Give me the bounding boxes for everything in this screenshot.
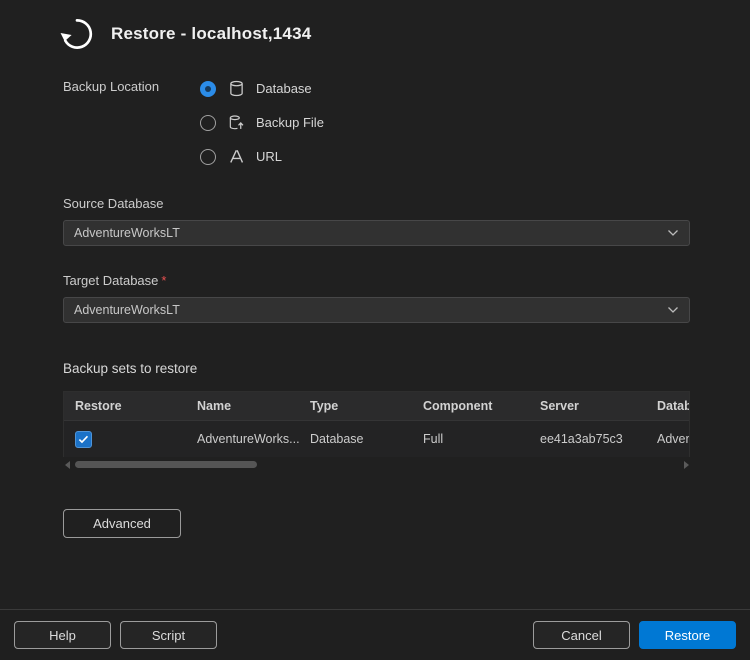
restore-icon	[57, 14, 97, 54]
scrollbar-thumb[interactable]	[75, 461, 257, 468]
restore-button[interactable]: Restore	[639, 621, 736, 649]
backup-location-section: Backup Location Database	[63, 76, 690, 169]
footer-right-buttons: Cancel Restore	[533, 621, 736, 649]
checkmark-icon	[78, 435, 89, 444]
target-database-dropdown[interactable]: AdventureWorksLT	[63, 297, 690, 323]
table-header-row: Restore Name Type Component Server Datab…	[64, 392, 689, 420]
radio-button-backup-file[interactable]	[200, 115, 216, 131]
database-cell: Adventu...	[646, 432, 689, 446]
help-button[interactable]: Help	[14, 621, 111, 649]
horizontal-scrollbar[interactable]	[63, 458, 690, 471]
column-header-database: Databa	[646, 399, 689, 413]
name-cell: AdventureWorks...	[186, 432, 299, 446]
chevron-down-icon	[667, 229, 679, 237]
radio-button-database[interactable]	[200, 81, 216, 97]
source-database-field: Source Database AdventureWorksLT	[63, 196, 690, 246]
radio-option-url[interactable]: URL	[200, 144, 324, 169]
database-icon	[227, 80, 245, 98]
dialog-header: Restore - localhost,1434	[0, 0, 750, 56]
target-database-label-text: Target Database	[63, 273, 158, 288]
column-header-name: Name	[186, 399, 299, 413]
required-asterisk: *	[161, 273, 166, 288]
source-database-dropdown[interactable]: AdventureWorksLT	[63, 220, 690, 246]
backup-sets-table: Restore Name Type Component Server Datab…	[63, 391, 690, 457]
chevron-down-icon	[667, 306, 679, 314]
radio-button-url[interactable]	[200, 149, 216, 165]
footer-left-buttons: Help Script	[14, 621, 217, 649]
restore-checkbox[interactable]	[75, 431, 92, 448]
url-icon	[227, 148, 245, 166]
scroll-left-arrow-icon[interactable]	[63, 460, 71, 470]
dialog-title: Restore - localhost,1434	[111, 24, 311, 44]
radio-label-url: URL	[256, 149, 282, 164]
source-database-value: AdventureWorksLT	[74, 226, 180, 240]
column-header-restore: Restore	[64, 399, 186, 413]
component-cell: Full	[412, 432, 529, 446]
restore-cell	[64, 431, 186, 448]
script-button[interactable]: Script	[120, 621, 217, 649]
advanced-button[interactable]: Advanced	[63, 509, 181, 538]
scrollbar-track[interactable]	[73, 460, 680, 469]
target-database-label: Target Database*	[63, 273, 690, 288]
column-header-component: Component	[412, 399, 529, 413]
restore-dialog: Restore - localhost,1434 Backup Location…	[0, 0, 750, 660]
dialog-body: Backup Location Database	[0, 76, 750, 538]
server-cell: ee41a3ab75c3	[529, 432, 646, 446]
dialog-footer: Help Script Cancel Restore	[0, 609, 750, 660]
column-header-server: Server	[529, 399, 646, 413]
cancel-button[interactable]: Cancel	[533, 621, 630, 649]
type-cell: Database	[299, 432, 412, 446]
column-header-type: Type	[299, 399, 412, 413]
radio-label-database: Database	[256, 81, 312, 96]
radio-option-backup-file[interactable]: Backup File	[200, 110, 324, 135]
radio-option-database[interactable]: Database	[200, 76, 324, 101]
backup-file-icon	[227, 114, 245, 132]
radio-label-backup-file: Backup File	[256, 115, 324, 130]
source-database-label: Source Database	[63, 196, 690, 211]
table-row[interactable]: AdventureWorks... Database Full ee41a3ab…	[64, 420, 689, 457]
target-database-value: AdventureWorksLT	[74, 303, 180, 317]
scroll-right-arrow-icon[interactable]	[682, 460, 690, 470]
target-database-field: Target Database* AdventureWorksLT	[63, 273, 690, 323]
backup-location-radio-group: Database Backup File	[200, 76, 324, 169]
backup-sets-label: Backup sets to restore	[63, 361, 690, 376]
backup-location-label: Backup Location	[63, 76, 200, 169]
